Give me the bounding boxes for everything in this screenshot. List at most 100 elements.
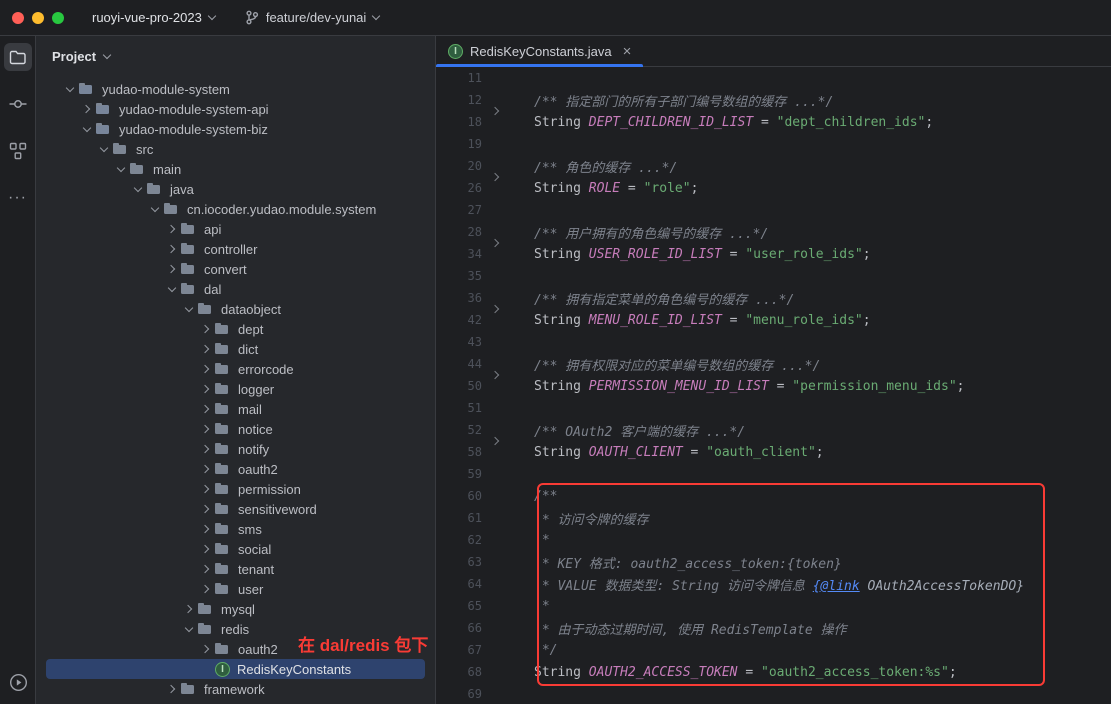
zoom-window-button[interactable] <box>52 12 64 24</box>
chevron-collapsed-icon[interactable] <box>198 561 214 577</box>
run-icon[interactable] <box>4 668 32 696</box>
chevron-collapsed-icon[interactable] <box>198 641 214 657</box>
project-selector[interactable]: ruoyi-vue-pro-2023 <box>84 6 223 29</box>
chevron-collapsed-icon[interactable] <box>164 241 180 257</box>
chevron-collapsed-icon[interactable] <box>198 421 214 437</box>
code-line-11[interactable]: 11 <box>436 67 1111 89</box>
tree-item-tenant[interactable]: tenant <box>46 559 425 579</box>
chevron-expanded-icon[interactable] <box>130 181 146 197</box>
chevron-collapsed-icon[interactable] <box>198 481 214 497</box>
code-line-59[interactable]: 59 <box>436 463 1111 485</box>
tree-item-cn.iocoder.yudao.module.system[interactable]: cn.iocoder.yudao.module.system <box>46 199 425 219</box>
tree-item-sensitiveword[interactable]: sensitiveword <box>46 499 425 519</box>
more-tools-icon[interactable]: ··· <box>4 184 32 212</box>
chevron-expanded-icon[interactable] <box>62 81 78 97</box>
tree-item-dataobject[interactable]: dataobject <box>46 299 425 319</box>
chevron-expanded-icon[interactable] <box>79 121 95 137</box>
tree-item-RedisKeyConstants[interactable]: RedisKeyConstants <box>46 659 425 679</box>
chevron-expanded-icon[interactable] <box>181 621 197 637</box>
chevron-collapsed-icon[interactable] <box>198 381 214 397</box>
tree-item-notify[interactable]: notify <box>46 439 425 459</box>
tree-item-yudao-module-system-biz[interactable]: yudao-module-system-biz <box>46 119 425 139</box>
tree-item-java[interactable]: java <box>46 179 425 199</box>
tree-item-oauth2[interactable]: oauth2 <box>46 459 425 479</box>
tree-item-notice[interactable]: notice <box>46 419 425 439</box>
chevron-collapsed-icon[interactable] <box>164 681 180 697</box>
tree-item-sms[interactable]: sms <box>46 519 425 539</box>
code-line-68[interactable]: 68String OAUTH2_ACCESS_TOKEN = "oauth2_a… <box>436 661 1111 683</box>
tree-item-framework[interactable]: framework <box>46 679 425 699</box>
chevron-expanded-icon[interactable] <box>164 281 180 297</box>
code-line-60[interactable]: 60/** <box>436 485 1111 507</box>
tree-item-yudao-module-system[interactable]: yudao-module-system <box>46 79 425 99</box>
project-folder-icon[interactable] <box>4 43 32 71</box>
tree-item-logger[interactable]: logger <box>46 379 425 399</box>
chevron-collapsed-icon[interactable] <box>198 361 214 377</box>
tree-item-dict[interactable]: dict <box>46 339 425 359</box>
code-line-26[interactable]: 26String ROLE = "role"; <box>436 177 1111 199</box>
chevron-collapsed-icon[interactable] <box>198 501 214 517</box>
code-line-52[interactable]: 52/** OAuth2 客户端的缓存 ...*/ <box>436 419 1111 441</box>
code-line-50[interactable]: 50String PERMISSION_MENU_ID_LIST = "perm… <box>436 375 1111 397</box>
chevron-collapsed-icon[interactable] <box>181 601 197 617</box>
tree-item-dal[interactable]: dal <box>46 279 425 299</box>
code-line-43[interactable]: 43 <box>436 331 1111 353</box>
minimize-window-button[interactable] <box>32 12 44 24</box>
code-line-36[interactable]: 36/** 拥有指定菜单的角色编号的缓存 ...*/ <box>436 287 1111 309</box>
tree-item-permission[interactable]: permission <box>46 479 425 499</box>
chevron-collapsed-icon[interactable] <box>198 321 214 337</box>
chevron-collapsed-icon[interactable] <box>198 541 214 557</box>
code-line-69[interactable]: 69 <box>436 683 1111 704</box>
chevron-expanded-icon[interactable] <box>96 141 112 157</box>
code-area[interactable]: 1112/** 指定部门的所有子部门编号数组的缓存 ...*/18String … <box>436 67 1111 704</box>
tree-item-yudao-module-system-api[interactable]: yudao-module-system-api <box>46 99 425 119</box>
tree-item-main[interactable]: main <box>46 159 425 179</box>
code-line-19[interactable]: 19 <box>436 133 1111 155</box>
tree-item-user[interactable]: user <box>46 579 425 599</box>
tree-item-errorcode[interactable]: errorcode <box>46 359 425 379</box>
chevron-collapsed-icon[interactable] <box>198 521 214 537</box>
code-line-42[interactable]: 42String MENU_ROLE_ID_LIST = "menu_role_… <box>436 309 1111 331</box>
chevron-expanded-icon[interactable] <box>181 301 197 317</box>
code-line-18[interactable]: 18String DEPT_CHILDREN_ID_LIST = "dept_c… <box>436 111 1111 133</box>
tree-item-mail[interactable]: mail <box>46 399 425 419</box>
chevron-collapsed-icon[interactable] <box>164 221 180 237</box>
chevron-collapsed-icon[interactable] <box>198 461 214 477</box>
close-tab-icon[interactable]: × <box>623 44 632 59</box>
code-line-63[interactable]: 63 * KEY 格式: oauth2_access_token:{token} <box>436 551 1111 573</box>
code-line-44[interactable]: 44/** 拥有权限对应的菜单编号数组的缓存 ...*/ <box>436 353 1111 375</box>
code-line-66[interactable]: 66 * 由于动态过期时间, 使用 RedisTemplate 操作 <box>436 617 1111 639</box>
code-line-34[interactable]: 34String USER_ROLE_ID_LIST = "user_role_… <box>436 243 1111 265</box>
tree-item-mysql[interactable]: mysql <box>46 599 425 619</box>
chevron-collapsed-icon[interactable] <box>164 261 180 277</box>
close-window-button[interactable] <box>12 12 24 24</box>
code-line-58[interactable]: 58String OAUTH_CLIENT = "oauth_client"; <box>436 441 1111 463</box>
chevron-collapsed-icon[interactable] <box>198 341 214 357</box>
tree-item-controller[interactable]: controller <box>46 239 425 259</box>
code-line-64[interactable]: 64 * VALUE 数据类型: String 访问令牌信息 {@link OA… <box>436 573 1111 595</box>
tree-item-dept[interactable]: dept <box>46 319 425 339</box>
tree-item-social[interactable]: social <box>46 539 425 559</box>
code-line-20[interactable]: 20/** 角色的缓存 ...*/ <box>436 155 1111 177</box>
tree-item-api[interactable]: api <box>46 219 425 239</box>
tree-item-src[interactable]: src <box>46 139 425 159</box>
code-line-35[interactable]: 35 <box>436 265 1111 287</box>
tree-item-convert[interactable]: convert <box>46 259 425 279</box>
chevron-expanded-icon[interactable] <box>113 161 129 177</box>
code-line-61[interactable]: 61 * 访问令牌的缓存 <box>436 507 1111 529</box>
editor-tab[interactable]: RedisKeyConstants.java × <box>436 36 643 66</box>
project-panel-header[interactable]: Project <box>36 36 435 76</box>
code-line-51[interactable]: 51 <box>436 397 1111 419</box>
chevron-expanded-icon[interactable] <box>147 201 163 217</box>
code-line-12[interactable]: 12/** 指定部门的所有子部门编号数组的缓存 ...*/ <box>436 89 1111 111</box>
code-line-67[interactable]: 67 */ <box>436 639 1111 661</box>
code-line-65[interactable]: 65 * <box>436 595 1111 617</box>
code-line-27[interactable]: 27 <box>436 199 1111 221</box>
commit-icon[interactable] <box>4 90 32 118</box>
chevron-collapsed-icon[interactable] <box>198 401 214 417</box>
code-line-62[interactable]: 62 * <box>436 529 1111 551</box>
chevron-collapsed-icon[interactable] <box>79 101 95 117</box>
chevron-collapsed-icon[interactable] <box>198 441 214 457</box>
structure-icon[interactable] <box>4 137 32 165</box>
code-line-28[interactable]: 28/** 用户拥有的角色编号的缓存 ...*/ <box>436 221 1111 243</box>
